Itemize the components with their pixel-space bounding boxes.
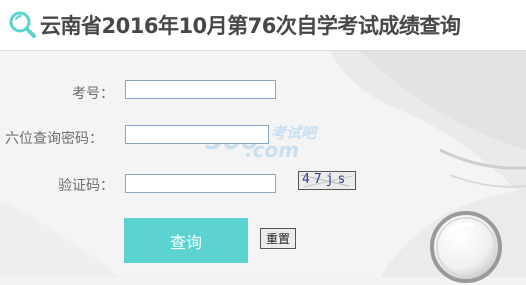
captcha-text: 47js	[302, 172, 350, 187]
magnifier-lens-icon	[430, 211, 502, 283]
reset-button[interactable]: 重置	[260, 228, 296, 249]
exam-number-input[interactable]	[125, 80, 276, 99]
verify-code-input[interactable]	[125, 174, 276, 193]
exam-number-label: 考号：	[72, 86, 114, 102]
query-password-label: 六位查询密码：	[5, 131, 103, 147]
query-password-input[interactable]	[125, 125, 269, 144]
verify-code-label: 验证码：	[58, 178, 114, 194]
header-divider	[0, 50, 526, 51]
page-title: 云南省2016年10月第76次自学考试成绩查询	[40, 14, 461, 38]
search-icon	[9, 11, 36, 38]
captcha-image[interactable]: 47js	[298, 171, 356, 190]
query-button[interactable]: 查询	[124, 218, 248, 263]
